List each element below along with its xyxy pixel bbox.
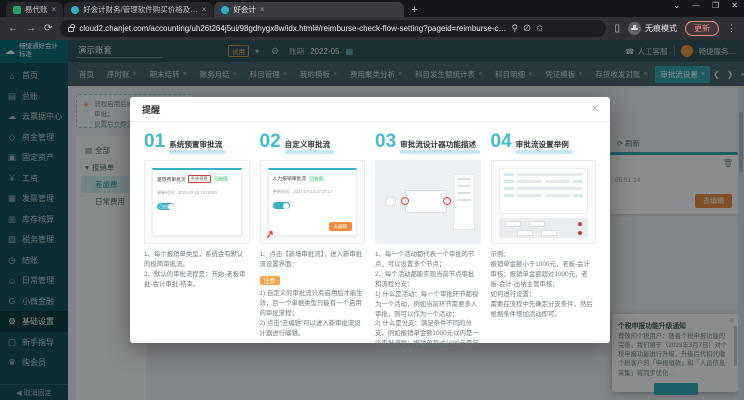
browser-tab-label: 好会计 [233,4,256,15]
modal-title: 提醒 [142,103,160,116]
step2-illustration: 人力报销审批流 已启用 更新时间：2021-07-13 17:17:17 去编辑… [260,160,366,244]
browser-update-button[interactable]: 更新 [685,21,719,36]
close-tab-icon[interactable]: × [260,5,265,14]
restore-button[interactable]: ❐ [712,1,719,10]
step4-illustration [491,160,597,244]
browser-tab-haokuaiji-app[interactable]: 好会计 × [214,2,404,17]
flow-activity-node [405,190,447,213]
step1-illustration: 差旅费审批流 系统预置 已启用 更新时间：2021-07-13 10:00:00… [144,160,250,244]
lock-icon [68,27,74,32]
flow-start-node [385,196,396,207]
mini-flow-card: 差旅费审批流 系统预置 已启用 更新时间：2021-07-13 10:00:00… [152,168,242,236]
close-window-button[interactable]: ✕ [731,1,738,10]
enable-toggle: 已启用 [157,203,174,210]
step-text: 1、每个报销单类型，系统会有默认的极简审批流。 2、默认的审批流程是：开始-老板… [144,250,250,290]
browser-tab-label: 好会计财务/管理软件购买价格及… [83,4,198,15]
toggle-label: 已启用 [159,204,171,210]
red-circle-annotation [401,197,409,205]
bookmark-star-icon[interactable]: ✩ [536,23,544,34]
yidaizhang-favicon [13,6,21,14]
tab-search-icon[interactable]: ⌄ [673,1,680,10]
browser-addressbar: ← → ⟳ cloud2.chanjet.com/accounting/uh26… [0,17,744,40]
close-tab-icon[interactable]: × [202,5,207,14]
mini-card-time: 更新时间：2021-07-13 17:17:17 [273,189,353,195]
browser-tab-haokuaiji-info[interactable]: 好会计财务/管理软件购买价格及… × [64,2,213,17]
mini-card-title: 差旅费审批流 [157,176,186,183]
branch-flow-mock [499,218,589,238]
modal-header: 提醒 × [130,97,610,122]
url-text[interactable]: cloud2.chanjet.com/accounting/uh26t264j5… [79,24,506,33]
preset-badge: 系统预置 [188,175,211,183]
browser-tabstrip: 易代账 × 好会计财务/管理软件购买价格及… × 好会计 × + ⌄ — ❐ ✕ [0,0,744,17]
enabled-badge: 已启用 [308,176,325,182]
step-title: 系统预置审批流 [169,139,222,153]
mini-card-title: 人力报销审批流 [273,175,307,182]
step-number: 01 [144,132,165,151]
enabled-badge: 已启用 [213,176,230,182]
step-setup-example: 04 审批流设置举例 [491,132,597,359]
condition-form-mock [499,168,589,214]
red-circle-annotation [443,197,451,205]
browser-tab-label: 易代账 [25,4,48,15]
step-title: 自定义审批流 [285,139,331,153]
step-number: 04 [491,132,512,151]
browser-tab-yidaizhang[interactable]: 易代账 × [6,2,63,17]
minimize-button[interactable]: — [692,1,700,10]
reminder-modal: 提醒 × 01 系统预置审批流 差旅费审批流 系统预置 [130,97,610,343]
side-panel-icon[interactable]: ▯ [614,23,620,34]
incognito-indicator[interactable]: 无痕模式 [628,22,677,35]
enable-toggle [273,202,290,209]
step-text: 1、每一个活动都代表一个审批的节点，可以设置多个节点； 2、每个活动都能实现当前… [375,250,481,359]
app-window: ☁ 畅捷通好会计 标准 ⌂首页 ▤总账 ☁云票据中心 ◇资金管理 ▣固定资产 ¥… [0,40,744,400]
forward-icon[interactable]: → [26,23,36,34]
browser-menu-icon[interactable]: ⋮ [727,23,736,34]
step-preset-flow: 01 系统预置审批流 差旅费审批流 系统预置 已启用 更新时间：2021-07-… [144,132,250,359]
step-text-intro: 1、点击【新增审批流】，进入新审批流设置界面： [260,250,366,270]
mini-flow-card: 人力报销审批流 已启用 更新时间：2021-07-13 17:17:17 去编辑 [268,168,358,236]
haokuaiji-favicon [221,6,229,14]
incognito-avatar-icon [628,22,641,35]
step-designer-features: 03 审批流设计器功能描述 1、每一个活动都代表一个审批的节点，可以设置多个节点… [375,132,481,359]
close-modal-icon[interactable]: × [592,103,598,115]
mini-card-time: 更新时间：2021-07-13 10:00:00 [157,190,237,196]
mini-edit-button: 去编辑 [329,222,353,231]
step-number: 03 [375,132,396,151]
screen: 易代账 × 好会计财务/管理软件购买价格及… × 好会计 × + ⌄ — ❐ ✕… [0,0,744,400]
step-text-rest: 1) 自定义的审批流只有启用后才能生效，且一个单据类型只能有一个启用的审批流程；… [260,289,366,339]
zoom-icon[interactable]: ⚲ [512,23,519,34]
note-badge: 注意 [260,276,280,285]
modal-body: 01 系统预置审批流 差旅费审批流 系统预置 已启用 更新时间：2021-07-… [130,122,610,367]
step-number: 02 [260,132,281,151]
step-title: 审批流设置举例 [516,139,569,153]
step-title: 审批流设计器功能描述 [400,139,476,153]
step-text: 示例： 报销单金额小于1000元，老板-会计审核；报销单金额超过1000元，老板… [491,250,597,319]
step-custom-flow: 02 自定义审批流 人力报销审批流 已启用 更新时间：2021-07-13 17… [260,132,366,359]
red-arrow-annotation: ↗ [264,227,275,241]
url-field[interactable]: cloud2.chanjet.com/accounting/uh26t264j5… [60,20,606,37]
new-tab-button[interactable]: + [411,4,417,17]
incognito-label: 无痕模式 [645,23,677,34]
designer-side-menu [453,174,475,230]
back-icon[interactable]: ← [8,23,18,34]
eye-off-icon[interactable]: ∅ [523,23,531,34]
step3-illustration [375,160,481,244]
haokuaiji-favicon [71,6,79,14]
reload-icon[interactable]: ⟳ [44,23,52,34]
close-tab-icon[interactable]: × [52,5,57,14]
